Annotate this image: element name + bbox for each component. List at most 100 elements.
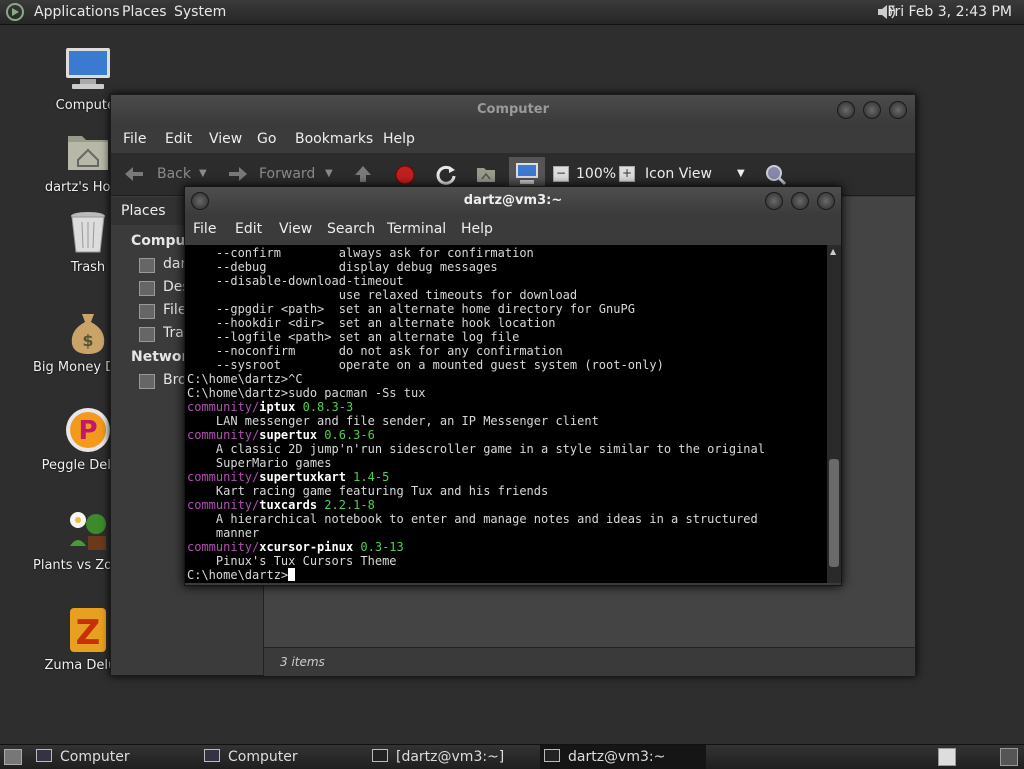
window-menu-button[interactable] — [191, 192, 209, 210]
menu-file[interactable]: File — [193, 215, 216, 243]
menu-file[interactable]: File — [123, 125, 146, 153]
package-description: Kart racing game featuring Tux and his f… — [187, 484, 549, 498]
terminal-line: --sysroot operate on a mounted guest sys… — [187, 358, 664, 372]
file-manager-menubar: File Edit View Go Bookmarks Help — [111, 125, 915, 153]
menu-help[interactable]: Help — [383, 125, 415, 153]
show-desktop-icon[interactable] — [4, 749, 22, 765]
menu-edit[interactable]: Edit — [235, 215, 262, 243]
computer-icon — [64, 46, 112, 94]
prompt-line: C:\home\dartz> — [187, 568, 296, 582]
menu-edit[interactable]: Edit — [165, 125, 192, 153]
svg-text:$: $ — [82, 331, 93, 350]
taskbar-item-active[interactable]: dartz@vm3:~ — [540, 745, 706, 769]
back-arrow-icon[interactable] — [123, 165, 145, 187]
terminal-icon — [544, 749, 560, 762]
computer-icon — [36, 749, 52, 762]
menu-applications[interactable]: Applications — [34, 0, 120, 24]
package-description: LAN messenger and file sender, an IP Mes… — [187, 414, 599, 428]
taskbar-item[interactable]: [dartz@vm3:~] — [372, 745, 532, 769]
desktop-icon — [139, 281, 155, 296]
menu-bookmarks[interactable]: Bookmarks — [295, 125, 373, 153]
sidebar-header-label: Places — [121, 203, 166, 219]
peggle-icon: P — [64, 406, 112, 454]
terminal-line: C:\home\dartz>sudo pacman -Ss tux — [187, 386, 426, 400]
top-panel: Applications Places System Fri Feb 3, 2:… — [0, 0, 1024, 25]
maximize-button[interactable] — [863, 101, 881, 119]
menu-search[interactable]: Search — [327, 215, 375, 243]
menu-terminal[interactable]: Terminal — [387, 215, 446, 243]
terminal-line: --noconfirm do not ask for any confirmat… — [187, 344, 563, 358]
zoom-out-icon[interactable]: − — [553, 166, 569, 182]
package-name: iptux — [259, 400, 296, 414]
package-description: manner — [187, 526, 260, 540]
package-repo: community/ — [187, 428, 260, 442]
terminal-titlebar[interactable]: dartz@vm3:~ — [185, 187, 841, 215]
terminal-line: --confirm always ask for confirmation — [187, 246, 534, 260]
package-version: 1.4-5 — [345, 470, 390, 484]
package-version: 0.8.3-3 — [295, 400, 354, 414]
scrollbar-thumb[interactable] — [829, 459, 839, 567]
menu-places[interactable]: Places — [122, 0, 167, 24]
trash-icon — [139, 327, 155, 342]
bottom-panel: Computer Computer [dartz@vm3:~] dartz@vm… — [0, 744, 1024, 769]
terminal-scrollbar[interactable]: ▲ — [827, 245, 841, 583]
close-button[interactable] — [889, 101, 907, 119]
taskbar-item[interactable]: Computer — [204, 745, 364, 769]
terminal-line: --disable-download-timeout — [187, 274, 404, 288]
package-name: tuxcards — [259, 498, 318, 512]
terminal-menubar: File Edit View Search Terminal Help — [185, 215, 841, 243]
trash-applet-icon[interactable] — [1000, 748, 1018, 766]
menu-go[interactable]: Go — [257, 125, 276, 153]
package-repo: community/ — [187, 498, 260, 512]
minimize-button[interactable] — [765, 192, 783, 210]
forward-arrow-icon[interactable] — [227, 165, 249, 187]
network-icon — [139, 374, 155, 389]
package-version: 0.3-13 — [353, 540, 404, 554]
terminal-line: --debug display debug messages — [187, 260, 498, 274]
clock[interactable]: Fri Feb 3, 2:43 PM — [887, 0, 1012, 24]
package-name: xcursor-pinux — [259, 540, 354, 554]
taskbar-item-label: Computer — [228, 749, 298, 765]
minimize-button[interactable] — [837, 101, 855, 119]
package-repo: community/ — [187, 470, 260, 484]
home-icon[interactable] — [475, 164, 497, 188]
scroll-up-icon[interactable]: ▲ — [830, 247, 836, 256]
terminal-line: C:\home\dartz>^C — [187, 372, 303, 386]
distro-logo-icon[interactable] — [6, 3, 24, 21]
svg-text:Z: Z — [76, 613, 101, 653]
close-button[interactable] — [817, 192, 835, 210]
maximize-button[interactable] — [791, 192, 809, 210]
terminal-output[interactable]: --confirm always ask for confirmation --… — [185, 245, 827, 583]
package-description: A classic 2D jump'n'run sidescroller gam… — [187, 442, 765, 456]
file-manager-titlebar[interactable]: Computer — [111, 95, 915, 125]
status-text: 3 items — [280, 655, 325, 669]
status-bar: 3 items — [264, 647, 915, 676]
package-name: supertuxkart — [259, 470, 346, 484]
menu-system[interactable]: System — [174, 0, 226, 24]
package-repo: community/ — [187, 540, 260, 554]
up-arrow-icon[interactable] — [353, 165, 373, 187]
window-title: dartz@vm3:~ — [463, 193, 563, 208]
menu-view[interactable]: View — [279, 215, 312, 243]
workspace-1[interactable] — [938, 748, 956, 766]
terminal-line: --logfile <path> set an alternate log fi… — [187, 330, 520, 344]
package-description: A hierarchical notebook to enter and man… — [187, 512, 758, 526]
window-title: Computer — [476, 102, 550, 117]
zoom-in-icon[interactable]: + — [619, 166, 635, 182]
computer-icon — [204, 749, 220, 762]
package-description: SuperMario games — [187, 456, 332, 470]
menu-help[interactable]: Help — [461, 215, 493, 243]
zuma-icon: Z — [64, 606, 112, 654]
taskbar-item-label: Computer — [60, 749, 130, 765]
menu-view[interactable]: View — [209, 125, 242, 153]
taskbar-item-label: dartz@vm3:~ — [568, 749, 666, 765]
terminal-line: --hookdir <dir> set an alternate hook lo… — [187, 316, 556, 330]
taskbar-item[interactable]: Computer — [36, 745, 196, 769]
package-repo: community/ — [187, 400, 260, 414]
package-description: Pinux's Tux Cursors Theme — [187, 554, 397, 568]
file-system-icon — [139, 304, 155, 319]
terminal-window: dartz@vm3:~ File Edit View Search Termin… — [184, 186, 842, 586]
terminal-line: --gpgdir <path> set an alternate home di… — [187, 302, 635, 316]
package-version: 0.6.3-6 — [317, 428, 375, 442]
package-header: community/supertuxkart 1.4-5 — [187, 470, 389, 484]
